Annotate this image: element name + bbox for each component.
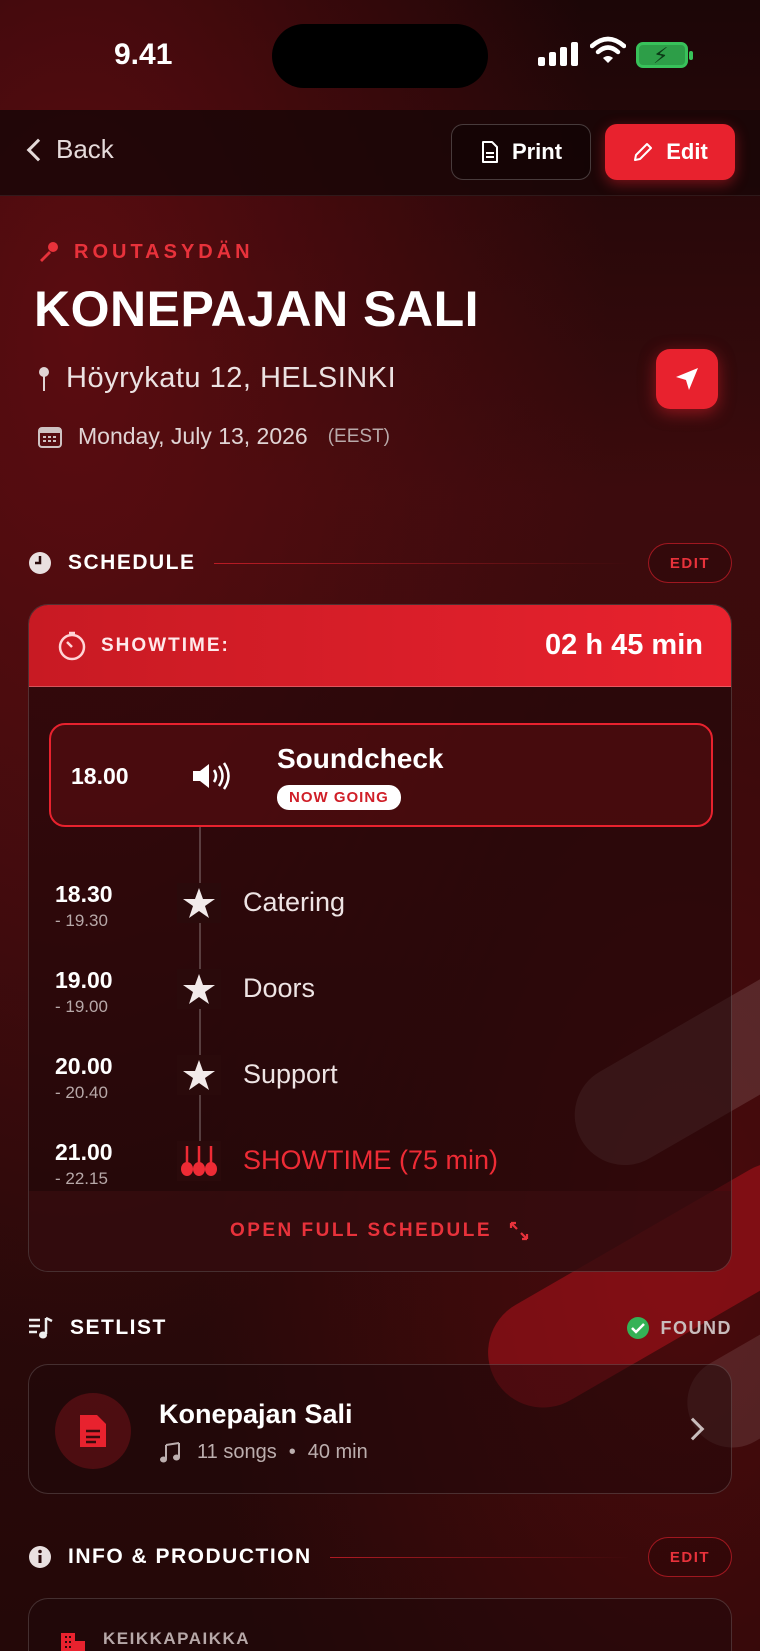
current-schedule-item[interactable]: 18.00 Soundcheck NOW GOING [49, 723, 713, 827]
info-title: INFO & PRODUCTION [68, 1545, 312, 1568]
row-end-time: - 19.00 [55, 997, 108, 1016]
speaker-icon [193, 762, 230, 790]
expand-icon [509, 1221, 529, 1241]
setlist-card[interactable]: Konepajan Sali 11 songs • 40 min [28, 1364, 732, 1494]
setlist-song-count: 11 songs [197, 1441, 277, 1463]
signal-icon [538, 42, 578, 66]
chevron-right-icon [681, 1417, 705, 1441]
schedule-row[interactable]: 18.30 - 19.30 Catering [29, 881, 731, 967]
timer-icon [58, 631, 86, 660]
print-label: Print [511, 139, 563, 164]
back-label: Back [56, 134, 114, 164]
info-section-header: INFO & PRODUCTION EDIT [28, 1537, 732, 1577]
current-item-name: Soundcheck [277, 743, 444, 774]
guitars-icon [177, 1141, 221, 1181]
setlist-section-header: SETLIST FOUND [28, 1308, 732, 1348]
dynamic-island [272, 24, 488, 88]
timezone-text: (EEST) [327, 425, 391, 447]
row-start-time: 21.00 [55, 1139, 113, 1165]
info-icon [29, 1546, 51, 1568]
chevron-left-icon [26, 138, 50, 161]
location-arrow-icon [676, 368, 698, 390]
current-item-time: 18.00 [71, 763, 129, 789]
row-start-time: 18.30 [55, 881, 113, 907]
info-card: KEIKKAPAIKKA [28, 1598, 732, 1651]
setlist-status-label: FOUND [660, 1317, 732, 1338]
document-icon [481, 141, 498, 163]
pin-icon [39, 366, 49, 391]
info-edit-button[interactable]: EDIT [648, 1537, 732, 1577]
venue-info-label: KEIKKAPAIKKA [103, 1629, 251, 1648]
print-button[interactable]: Print [451, 124, 591, 180]
star-icon [177, 1055, 221, 1095]
row-start-time: 19.00 [55, 967, 113, 993]
showtime-countdown: 02 h 45 min [545, 629, 703, 661]
music-list-icon [29, 1316, 53, 1339]
star-icon [177, 969, 221, 1009]
setlist-title: SETLIST [70, 1316, 167, 1339]
schedule-edit-button[interactable]: EDIT [648, 543, 732, 583]
artist-name: ROUTASYDÄN [36, 240, 254, 264]
row-name: SHOWTIME (75 min) [243, 1145, 499, 1175]
battery-icon: ⚡ [636, 42, 693, 68]
clock-icon [29, 552, 51, 574]
wifi-icon [590, 36, 626, 63]
open-full-schedule-button[interactable]: OPEN FULL SCHEDULE [29, 1191, 731, 1271]
back-button[interactable]: Back [24, 134, 114, 165]
row-name: Doors [243, 973, 316, 1003]
setlist-document-icon [55, 1393, 131, 1469]
edit-label: Edit [666, 139, 708, 164]
date-text: Monday, July 13, 2026 [78, 423, 308, 449]
row-end-time: - 19.30 [55, 911, 108, 930]
status-time: 9.41 [114, 38, 173, 71]
showtime-countdown-bar: SHOWTIME: 02 h 45 min [29, 605, 731, 687]
event-date: Monday, July 13, 2026 (EEST) [38, 423, 390, 450]
divider [329, 1556, 630, 1558]
row-name: Support [243, 1059, 338, 1089]
edit-button[interactable]: Edit [605, 124, 735, 180]
venue-title: KONEPAJAN SALI [34, 281, 480, 337]
microphone-icon [40, 242, 58, 262]
schedule-card: SHOWTIME: 02 h 45 min 18.00 Soundcheck N… [28, 604, 732, 1272]
artist-label: ROUTASYDÄN [74, 240, 254, 263]
pencil-icon [634, 143, 653, 161]
setlist-name: Konepajan Sali [159, 1399, 353, 1429]
showtime-label: SHOWTIME: [101, 634, 230, 656]
schedule-title: SCHEDULE [68, 551, 196, 574]
row-end-time: - 22.15 [55, 1169, 108, 1188]
row-start-time: 20.00 [55, 1053, 113, 1079]
schedule-row[interactable]: 20.00 - 20.40 Support [29, 1053, 731, 1139]
divider [213, 562, 630, 564]
navigate-button[interactable] [656, 349, 718, 409]
venue-address: Höyrykatu 12, HELSINKI [38, 362, 396, 395]
row-name: Catering [243, 887, 346, 917]
setlist-status: FOUND [626, 1317, 733, 1339]
setlist-meta: 11 songs • 40 min [159, 1441, 368, 1464]
row-end-time: - 20.40 [55, 1083, 108, 1102]
building-icon [61, 1633, 85, 1651]
status-bar: 9.41 ⚡ [0, 0, 760, 110]
schedule-section-header: SCHEDULE EDIT [28, 543, 732, 583]
music-notes-icon [160, 1441, 180, 1462]
calendar-icon [38, 426, 62, 448]
setlist-duration: 40 min [307, 1441, 368, 1463]
now-going-badge: NOW GOING [277, 785, 401, 810]
nav-bar: Back Print Edit [0, 110, 760, 196]
star-icon [177, 883, 221, 923]
open-full-schedule-label: OPEN FULL SCHEDULE [229, 1220, 493, 1241]
meta-separator: • [288, 1441, 296, 1463]
schedule-row[interactable]: 19.00 - 19.00 Doors [29, 967, 731, 1053]
address-text: Höyrykatu 12, HELSINKI [66, 362, 397, 394]
check-icon [626, 1317, 649, 1339]
